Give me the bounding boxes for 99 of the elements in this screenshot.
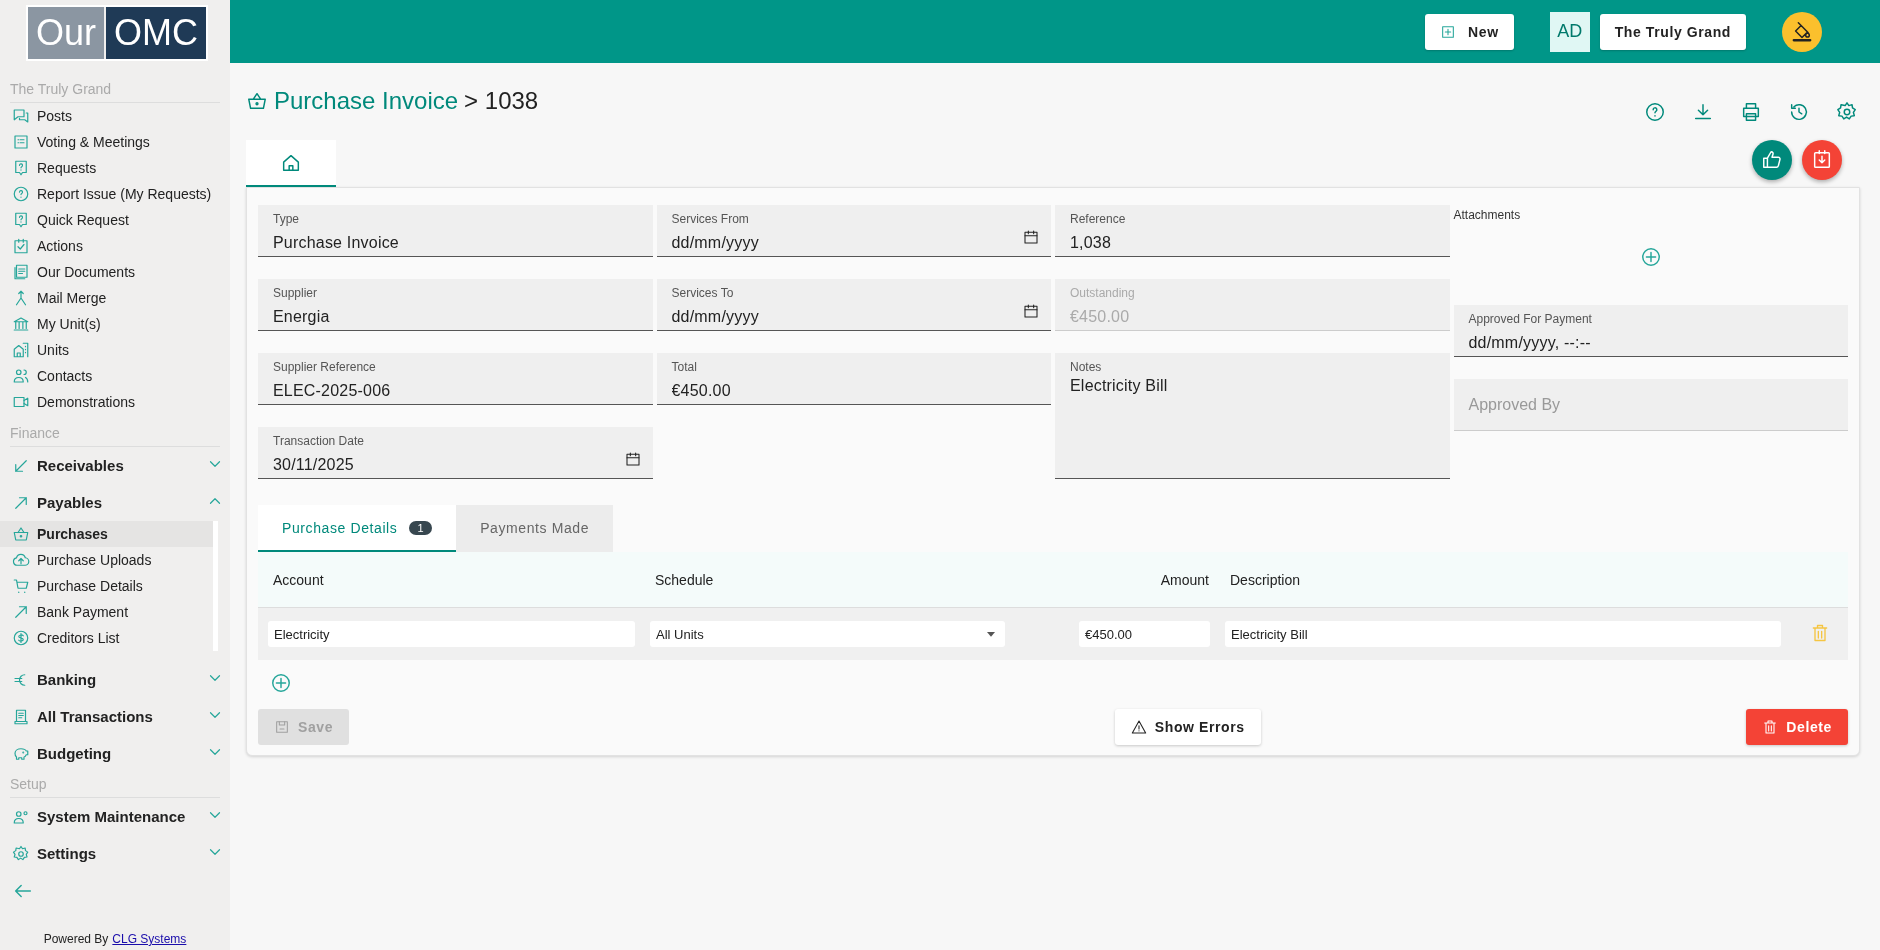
chat-icon — [12, 107, 30, 125]
record-number: > 1038 — [464, 87, 539, 115]
sidebar-item[interactable]: My Unit(s) — [0, 311, 218, 337]
trash-icon — [1762, 719, 1779, 735]
thumbs-up-icon — [1761, 149, 1783, 171]
list-icon — [12, 133, 30, 151]
field-label: Services To — [671, 286, 734, 300]
attachments-label: Attachments — [1453, 208, 1522, 222]
account-field[interactable]: Electricity — [268, 621, 635, 647]
sidebar-item[interactable]: Mail Merge — [0, 285, 218, 311]
sidebar-item[interactable]: Voting & Meetings — [0, 129, 218, 155]
sidebar-item[interactable]: Requests — [0, 155, 218, 181]
field-label: Approved For Payment — [1468, 312, 1592, 326]
section-title: The Truly Grand — [10, 81, 220, 103]
column-header: Schedule — [655, 571, 714, 588]
field-label: Outstanding — [1070, 286, 1135, 300]
basket-icon — [12, 525, 30, 543]
print-icon[interactable] — [1740, 101, 1762, 123]
add-icon[interactable] — [270, 672, 292, 694]
tab[interactable]: Purchase Details 1 — [258, 505, 457, 552]
dollar-icon — [12, 629, 30, 647]
readonly-field: Approved By — [1453, 379, 1848, 431]
warning-icon — [1130, 719, 1147, 735]
sidebar-group[interactable]: System Maintenance — [0, 798, 224, 835]
sidebar-group[interactable]: All Transactions — [0, 698, 224, 735]
sidebar-item[interactable]: Report Issue (My Requests) — [0, 181, 218, 207]
field-label: Supplier Reference — [273, 360, 376, 374]
show-errors-button[interactable]: Show Errors — [1114, 709, 1261, 745]
sidebar-item[interactable]: Actions — [0, 233, 218, 259]
cart-icon — [12, 577, 30, 595]
sidebar-item[interactable]: Our Documents — [0, 259, 218, 285]
history-icon[interactable] — [1788, 101, 1810, 123]
amount-field[interactable]: €450.00 — [1079, 621, 1210, 647]
sidebar-item[interactable]: Bank Payment — [0, 599, 213, 625]
calendar-icon[interactable] — [1023, 303, 1039, 319]
account-button[interactable]: The Truly Grand — [1599, 13, 1746, 50]
theme-button[interactable] — [1782, 11, 1822, 52]
sidebar-item[interactable]: Units — [0, 337, 218, 363]
document-icon — [12, 263, 30, 281]
calendar-icon[interactable] — [1023, 229, 1039, 245]
settings-icon — [12, 844, 30, 863]
field-label: Type — [273, 212, 299, 226]
sidebar-group[interactable]: Receivables — [0, 447, 224, 484]
export-button[interactable] — [1802, 140, 1842, 180]
bank-icon — [12, 315, 30, 333]
basket-icon — [246, 90, 268, 112]
settings-icon[interactable] — [1836, 101, 1858, 123]
field-label: Transaction Date — [273, 434, 364, 448]
sidebar-group[interactable]: Banking — [0, 661, 224, 698]
buildings-icon — [12, 341, 30, 359]
field-label: Supplier — [273, 286, 318, 300]
sidebar-item[interactable]: Contacts — [0, 363, 218, 389]
save-icon — [274, 719, 290, 735]
calendar-icon[interactable] — [624, 451, 641, 467]
question-icon — [12, 211, 30, 229]
sidebar-item[interactable]: Purchases — [0, 521, 213, 547]
paint-bucket-icon — [1791, 20, 1813, 43]
people-icon — [12, 367, 30, 385]
question-icon — [12, 159, 30, 177]
sidebar-item[interactable]: Demonstrations — [0, 389, 218, 415]
sidebar-group[interactable]: Settings — [0, 835, 224, 872]
logo: Our OMC — [26, 5, 208, 61]
sidebar-item[interactable]: Purchase Uploads — [0, 547, 213, 573]
column-header: Account — [273, 571, 324, 588]
field-label: Notes — [1070, 360, 1102, 374]
tab[interactable]: Payments Made — [456, 505, 614, 552]
field-label: Services From — [671, 212, 749, 226]
add-icon[interactable] — [1639, 246, 1662, 268]
column-header: Description — [1230, 571, 1301, 588]
cloud-upload-icon — [12, 551, 30, 569]
section-title: Finance — [10, 425, 220, 447]
arrow-icon — [12, 603, 30, 621]
approve-button[interactable] — [1752, 140, 1792, 180]
sidebar-item[interactable]: Creditors List — [0, 625, 213, 651]
help-icon[interactable] — [1644, 101, 1666, 123]
receipt-icon — [12, 707, 30, 726]
home-tab[interactable] — [246, 140, 336, 187]
sidebar-item[interactable]: Purchase Details — [0, 573, 213, 599]
new-button[interactable]: New — [1425, 13, 1514, 50]
plus-icon — [1440, 23, 1457, 40]
sidebar-item[interactable]: Posts — [0, 103, 218, 129]
field-label: Total — [671, 360, 697, 374]
help-icon — [12, 185, 30, 203]
delete-button[interactable]: Delete — [1746, 709, 1848, 745]
footer-link[interactable]: CLG Systems — [112, 932, 187, 946]
breadcrumb-link[interactable]: Purchase Invoice — [274, 87, 459, 115]
description-field[interactable]: Electricity Bill — [1225, 621, 1781, 647]
field-label: Reference — [1070, 212, 1126, 226]
download-icon — [1811, 149, 1833, 171]
sidebar-item[interactable]: Quick Request — [0, 207, 218, 233]
sidebar-group[interactable]: Budgeting — [0, 735, 224, 772]
footer-text: Powered By — [43, 932, 109, 946]
section-title: Setup — [10, 776, 220, 798]
sidebar-group[interactable]: Payables — [0, 484, 224, 521]
checklist-icon — [12, 237, 30, 255]
count-badge: 1 — [409, 520, 433, 535]
avatar[interactable]: AD — [1549, 11, 1590, 52]
column-header: Amount — [1160, 571, 1209, 588]
schedule-dropdown[interactable]: All Units — [650, 621, 1005, 647]
